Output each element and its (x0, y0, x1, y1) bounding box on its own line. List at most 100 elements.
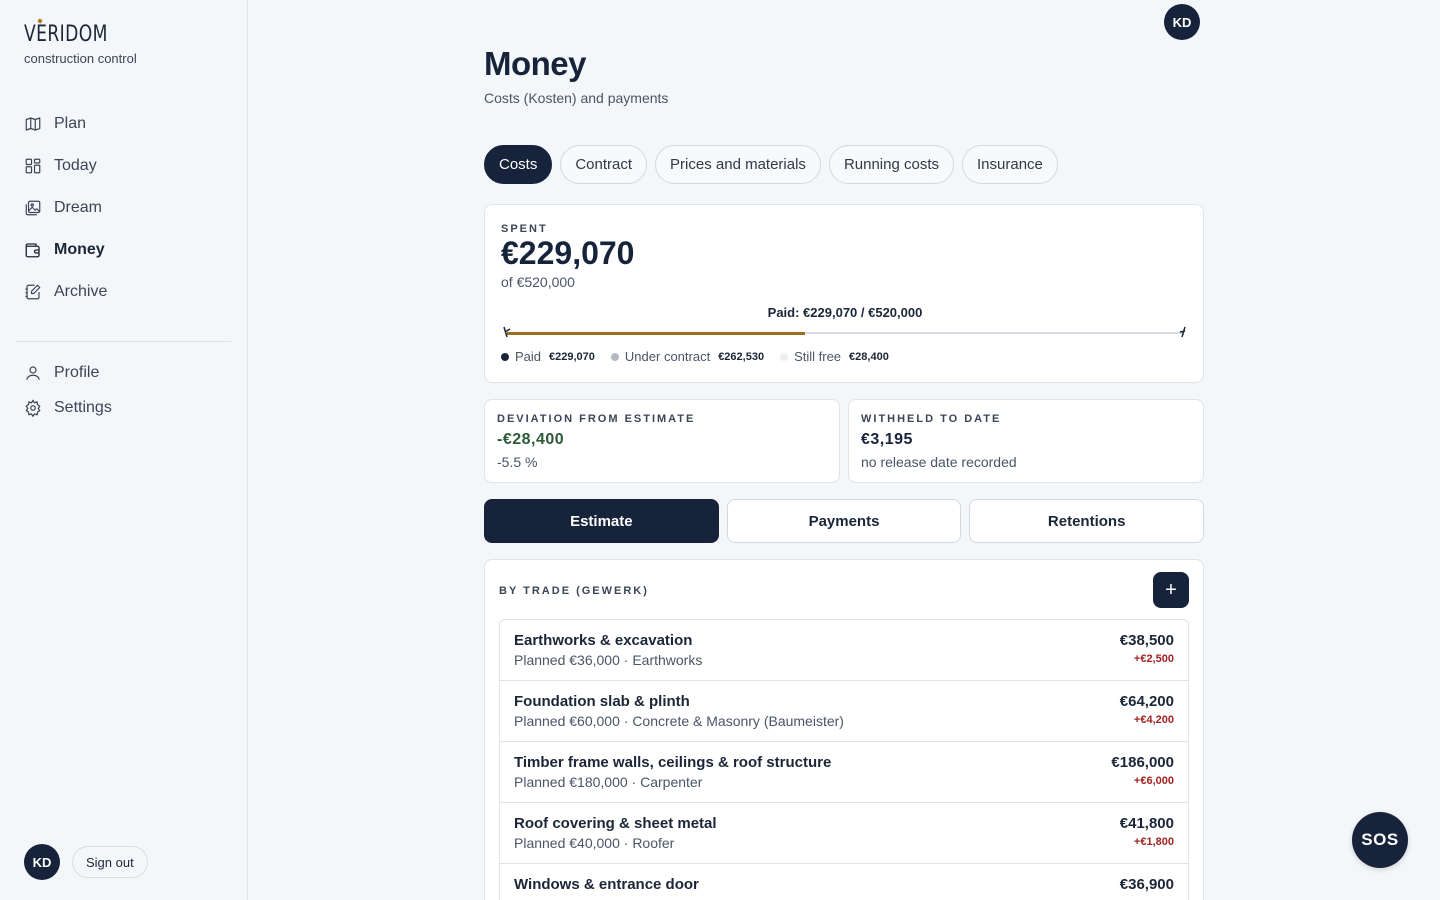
trade-list: Earthworks & excavation Planned €36,000 … (499, 619, 1189, 900)
legend-paid: Paid €229,070 (501, 349, 595, 364)
legend-value: €262,530 (718, 350, 765, 363)
trade-meta: Planned €40,000 · Roofer (514, 835, 675, 851)
sidebar-item-label: Plan (54, 115, 87, 132)
trade-meta: Planned €60,000 · Concrete & Masonry (Ba… (514, 713, 844, 729)
sidebar-footer: KD Sign out (24, 844, 148, 880)
header-avatar[interactable]: KD (1164, 4, 1200, 40)
tab-contract[interactable]: Contract (560, 145, 648, 184)
legend-value: €28,400 (849, 350, 889, 363)
sidebar: VERIDOM construction control Plan Today … (0, 0, 248, 900)
table-row[interactable]: Windows & entrance door €36,900 (500, 864, 1188, 900)
brand-tagline: construction control (24, 51, 137, 66)
sidebar-item-label: Settings (54, 398, 112, 416)
progress-caption: Paid: €229,070 / €520,000 (767, 305, 923, 320)
legend-dot (501, 352, 509, 361)
sidebar-item-today[interactable]: Today (16, 145, 232, 187)
legend-label: Still free (794, 349, 842, 364)
sidebar-item-settings[interactable]: Settings (16, 390, 232, 425)
tab-running-costs[interactable]: Running costs (828, 145, 954, 184)
secondary-nav: Profile Settings (16, 355, 232, 425)
sidebar-item-money[interactable]: Money (16, 229, 232, 271)
edit-icon (25, 284, 41, 300)
trade-meta: Planned €180,000 · Carpenter (514, 774, 703, 790)
table-row[interactable]: Timber frame walls, ceilings & roof stru… (500, 742, 1188, 803)
retentions-button[interactable]: Retentions (969, 499, 1205, 543)
withheld-card: WITHHELD TO DATE €3,195 no release date … (848, 399, 1204, 483)
avatar[interactable]: KD (24, 844, 60, 880)
bar-end-icon (1179, 326, 1186, 338)
progress-legend: Paid €229,070 Under contract €262,530 St… (501, 349, 905, 364)
table-row[interactable]: Earthworks & excavation Planned €36,000 … (500, 620, 1188, 681)
wallet-icon (25, 243, 40, 258)
trade-meta: Planned €36,000 · Earthworks (514, 652, 703, 668)
spent-label: SPENT (501, 223, 548, 235)
trade-diff: +€1,800 (1133, 836, 1174, 848)
brand-name: VERIDOM (24, 22, 108, 47)
trade-amount: €41,800 (1119, 815, 1174, 832)
trade-name: Earthworks & excavation (514, 632, 693, 649)
legend-still-free: Still free €28,400 (780, 349, 889, 364)
spent-value: €229,070 (501, 235, 635, 271)
estimate-button[interactable]: Estimate (484, 499, 719, 543)
trade-diff: +€4,200 (1133, 714, 1174, 726)
sidebar-item-plan[interactable]: Plan (16, 103, 232, 145)
trade-diff: +€6,000 (1133, 775, 1174, 787)
nav-divider (16, 341, 231, 342)
trade-diff: +€2,500 (1133, 653, 1174, 665)
legend-dot (610, 352, 619, 361)
legend-dot (780, 352, 789, 361)
sidebar-item-label: Money (54, 241, 105, 258)
page-subtitle: Costs (Kosten) and payments (484, 90, 669, 106)
sidebar-item-archive[interactable]: Archive (16, 271, 232, 313)
table-row[interactable]: Roof covering & sheet metal Planned €40,… (500, 803, 1188, 864)
tab-insurance[interactable]: Insurance (962, 145, 1058, 184)
sidebar-item-dream[interactable]: Dream (16, 187, 232, 229)
trade-name: Timber frame walls, ceilings & roof stru… (514, 754, 832, 771)
main-nav: Plan Today Dream Money Archive (16, 103, 232, 313)
table-row[interactable]: Foundation slab & plinth Planned €60,000… (500, 681, 1188, 742)
spent-total: of €520,000 (501, 274, 575, 290)
trade-amount: €64,200 (1119, 693, 1174, 710)
trade-amount: €186,000 (1111, 754, 1174, 771)
trade-name: Roof covering & sheet metal (514, 815, 717, 832)
sos-button[interactable]: SOS (1352, 812, 1408, 868)
sidebar-item-label: Today (54, 157, 97, 174)
view-switcher: Estimate Payments Retentions (484, 499, 1205, 543)
legend-label: Paid (515, 349, 542, 364)
deviation-value: -€28,400 (497, 431, 565, 448)
user-icon (26, 365, 40, 380)
spent-card: SPENT €229,070 of €520,000 Paid: €229,07… (484, 204, 1204, 383)
deviation-card: DEVIATION FROM ESTIMATE -€28,400 -5.5 % (484, 399, 840, 483)
withheld-note: no release date recorded (861, 454, 1017, 470)
progress-track (507, 331, 1183, 335)
map-icon (25, 117, 41, 131)
tab-costs[interactable]: Costs (484, 145, 553, 184)
legend-under-contract: Under contract €262,530 (610, 349, 765, 364)
add-trade-button[interactable]: + (1153, 572, 1189, 608)
trade-card: BY TRADE (GEWERK) + Earthworks & excavat… (484, 559, 1204, 900)
sidebar-item-label: Profile (54, 363, 100, 381)
legend-value: €229,070 (549, 350, 595, 363)
tab-prices-materials[interactable]: Prices and materials (655, 145, 821, 184)
sign-out-button[interactable]: Sign out (72, 846, 148, 878)
sidebar-item-profile[interactable]: Profile (16, 355, 232, 390)
trade-section-label: BY TRADE (GEWERK) (499, 585, 649, 597)
image-icon (25, 200, 41, 216)
withheld-label: WITHHELD TO DATE (861, 413, 1002, 425)
progress-fill (507, 331, 805, 335)
trade-name: Foundation slab & plinth (514, 693, 690, 710)
trade-name: Windows & entrance door (514, 876, 699, 893)
gear-icon (25, 398, 41, 417)
deviation-percent: -5.5 % (497, 454, 538, 470)
plus-icon: + (1165, 578, 1177, 601)
sidebar-item-label: Dream (54, 199, 103, 216)
page-title: Money (484, 45, 587, 82)
dashboard-icon (25, 158, 41, 174)
tab-bar: Costs Contract Prices and materials Runn… (484, 145, 1066, 184)
legend-label: Under contract (624, 349, 711, 364)
trade-amount: €36,900 (1119, 876, 1174, 893)
deviation-label: DEVIATION FROM ESTIMATE (497, 413, 696, 425)
brand-logo[interactable]: VERIDOM construction control (24, 18, 137, 66)
withheld-value: €3,195 (861, 431, 913, 448)
payments-button[interactable]: Payments (726, 499, 962, 543)
